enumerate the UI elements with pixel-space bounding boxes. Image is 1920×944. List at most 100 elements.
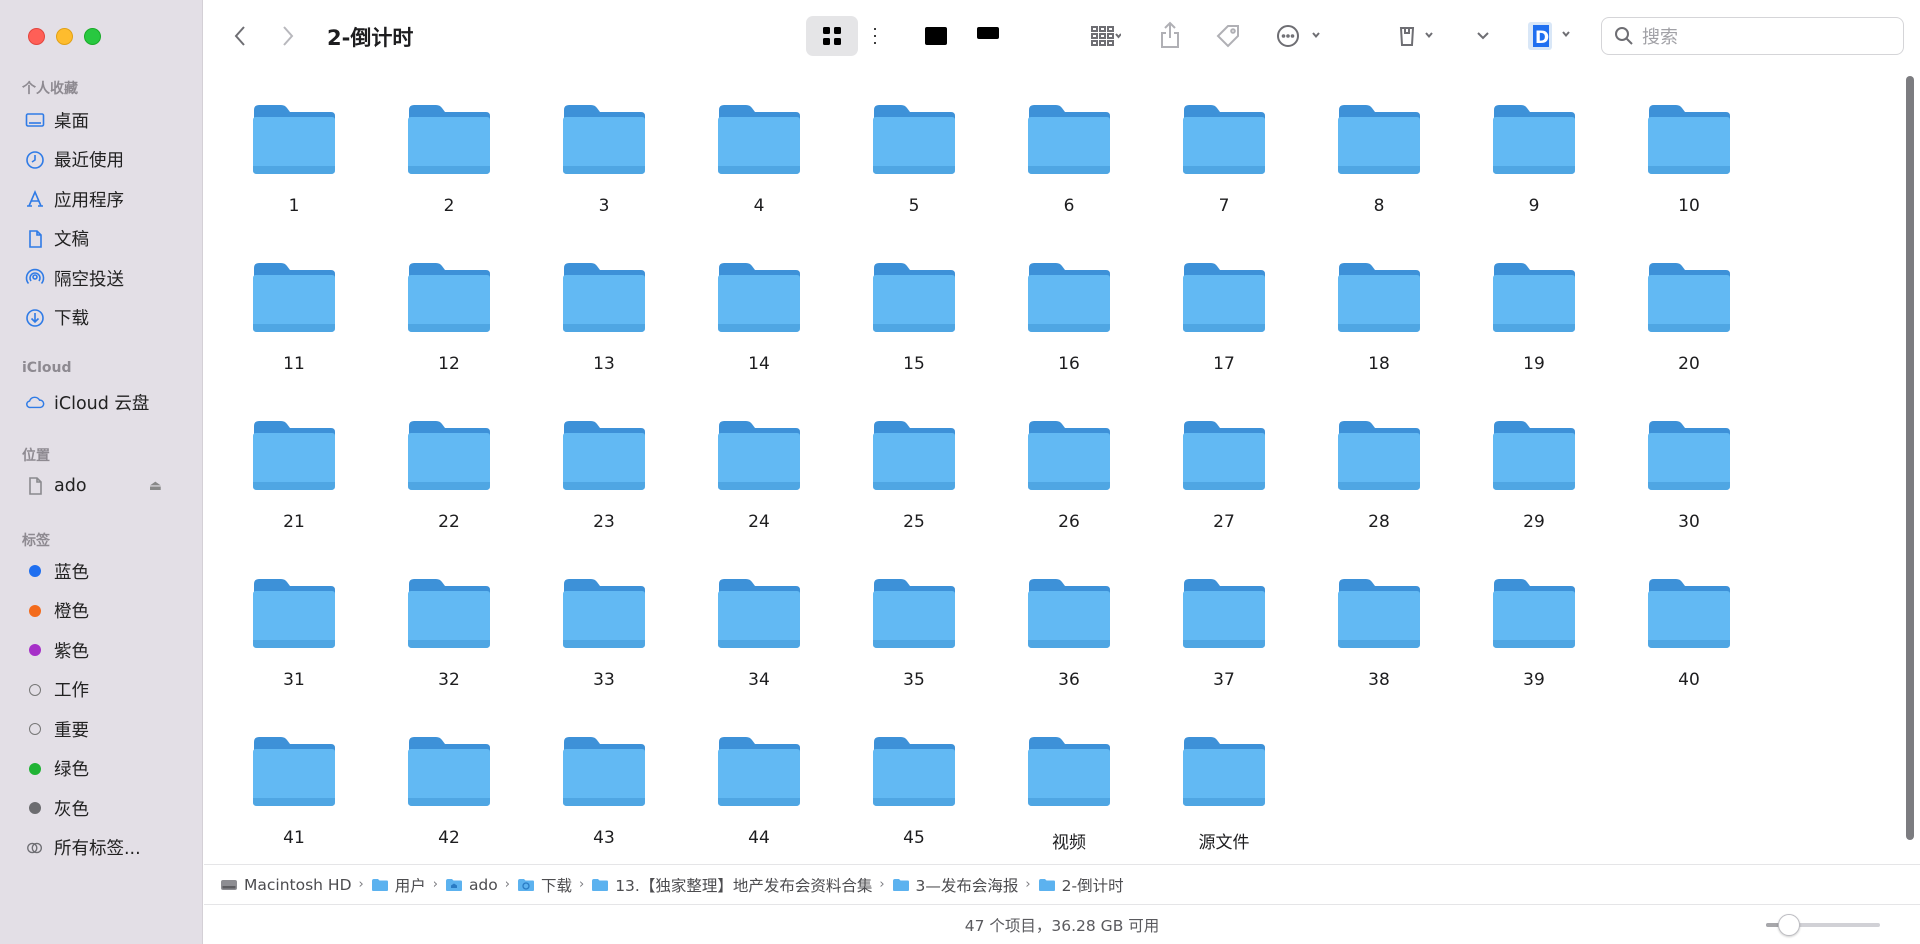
- sidebar-tag-3[interactable]: 紫色: [22, 635, 192, 665]
- folder-item[interactable]: 12: [379, 230, 519, 380]
- sidebar-item-label: 工作: [54, 681, 89, 701]
- eject-icon[interactable]: ⏏: [149, 478, 162, 494]
- folder-item[interactable]: 35: [844, 546, 984, 696]
- folder-item[interactable]: 38: [1309, 546, 1449, 696]
- fullscreen-window-button[interactable]: [84, 28, 101, 45]
- group-by-button[interactable]: [1080, 20, 1132, 52]
- search-field[interactable]: 搜索: [1601, 17, 1904, 55]
- folder-item[interactable]: 23: [534, 388, 674, 538]
- folder-item[interactable]: 4: [689, 72, 829, 222]
- folder-item[interactable]: 3: [534, 72, 674, 222]
- breadcrumb-item[interactable]: 2-倒计时: [1038, 874, 1124, 896]
- folder-item[interactable]: 8: [1309, 72, 1449, 222]
- sidebar-item-1[interactable]: 桌面: [22, 105, 192, 135]
- minimize-window-button[interactable]: [56, 28, 73, 45]
- close-window-button[interactable]: [28, 28, 45, 45]
- gallery-view-button[interactable]: [962, 16, 1014, 56]
- app-extension-button[interactable]: D: [1524, 18, 1580, 54]
- folder-item[interactable]: 27: [1154, 388, 1294, 538]
- folder-item[interactable]: 源文件: [1154, 704, 1294, 854]
- folder-item[interactable]: 5: [844, 72, 984, 222]
- folder-item[interactable]: 44: [689, 704, 829, 854]
- tag-empty-dot-icon: [22, 679, 48, 701]
- sidebar-tag-1[interactable]: 蓝色: [22, 556, 192, 586]
- icon-size-slider[interactable]: [1766, 914, 1880, 936]
- sidebar-item-6[interactable]: 下载: [22, 303, 192, 333]
- sidebar-item-2[interactable]: 最近使用: [22, 145, 192, 175]
- sidebar-item-icloud-drive[interactable]: iCloud 云盘: [22, 387, 192, 417]
- sidebar-item-5[interactable]: 隔空投送: [22, 263, 192, 293]
- folder-item[interactable]: 33: [534, 546, 674, 696]
- column-view-button[interactable]: [910, 16, 962, 56]
- folder-item[interactable]: 18: [1309, 230, 1449, 380]
- folder-label: 7: [1218, 196, 1230, 216]
- folder-item[interactable]: 45: [844, 704, 984, 854]
- folder-item[interactable]: 24: [689, 388, 829, 538]
- folder-item[interactable]: 20: [1619, 230, 1759, 380]
- sidebar-tag-6[interactable]: 绿色: [22, 754, 192, 784]
- sidebar-tag-8[interactable]: 所有标签...: [22, 833, 192, 863]
- folder-item[interactable]: 43: [534, 704, 674, 854]
- sidebar-tag-5[interactable]: 重要: [22, 714, 192, 744]
- sidebar-item-location[interactable]: ado ⏏: [22, 471, 192, 501]
- folder-item[interactable]: 1: [224, 72, 364, 222]
- folder-item[interactable]: 26: [999, 388, 1139, 538]
- more-actions-button[interactable]: [1274, 20, 1330, 52]
- folder-item[interactable]: 13: [534, 230, 674, 380]
- folder-item[interactable]: 2: [379, 72, 519, 222]
- folder-item[interactable]: 29: [1464, 388, 1604, 538]
- folder-item[interactable]: 14: [689, 230, 829, 380]
- tags-button[interactable]: [1212, 20, 1244, 52]
- breadcrumb-item[interactable]: 3—发布会海报: [892, 874, 1019, 896]
- folder-icon: [1336, 260, 1422, 334]
- sidebar-tag-4[interactable]: 工作: [22, 675, 192, 705]
- breadcrumb-item[interactable]: 用户: [371, 874, 426, 896]
- folder-item[interactable]: 30: [1619, 388, 1759, 538]
- breadcrumb-item[interactable]: ado: [445, 876, 498, 894]
- folder-item[interactable]: 41: [224, 704, 364, 854]
- sidebar-tag-2[interactable]: 橙色: [22, 596, 192, 626]
- folder-item[interactable]: 22: [379, 388, 519, 538]
- folder-item[interactable]: 10: [1619, 72, 1759, 222]
- icon-view-button[interactable]: [806, 16, 858, 56]
- breadcrumb-item[interactable]: 下载: [517, 874, 572, 896]
- breadcrumb-label: 3—发布会海报: [915, 876, 1019, 895]
- folder-item[interactable]: 34: [689, 546, 829, 696]
- folder-item[interactable]: 6: [999, 72, 1139, 222]
- folder-label: 2: [443, 196, 455, 216]
- folder-item[interactable]: 7: [1154, 72, 1294, 222]
- breadcrumb-item[interactable]: 13.【独家整理】地产发布会资料合集: [591, 874, 872, 896]
- forward-button[interactable]: [274, 22, 302, 50]
- folder-item[interactable]: 11: [224, 230, 364, 380]
- share-button[interactable]: [1156, 18, 1184, 52]
- folder-item[interactable]: 37: [1154, 546, 1294, 696]
- folder-icon: [251, 260, 337, 334]
- folder-item[interactable]: 36: [999, 546, 1139, 696]
- folder-item[interactable]: 28: [1309, 388, 1449, 538]
- folder-item[interactable]: 17: [1154, 230, 1294, 380]
- back-button[interactable]: [226, 22, 254, 50]
- sidebar-item-4[interactable]: 文稿: [22, 224, 192, 254]
- folder-item[interactable]: 9: [1464, 72, 1604, 222]
- folder-item[interactable]: 40: [1619, 546, 1759, 696]
- folder-item[interactable]: 视频: [999, 704, 1139, 854]
- sidebar-item-3[interactable]: 应用程序: [22, 184, 192, 214]
- folder-item[interactable]: 42: [379, 704, 519, 854]
- dropdown-button[interactable]: [1472, 20, 1494, 52]
- sidebar-tag-7[interactable]: 灰色: [22, 793, 192, 823]
- folder-icon: [1026, 734, 1112, 808]
- archive-button[interactable]: [1394, 20, 1444, 52]
- folder-item[interactable]: 16: [999, 230, 1139, 380]
- folder-icon: [716, 734, 802, 808]
- folder-item[interactable]: 19: [1464, 230, 1604, 380]
- folder-item[interactable]: 21: [224, 388, 364, 538]
- folder-item[interactable]: 39: [1464, 546, 1604, 696]
- folder-item[interactable]: 15: [844, 230, 984, 380]
- list-view-button[interactable]: [858, 16, 910, 56]
- slider-knob[interactable]: [1777, 914, 1800, 936]
- folder-item[interactable]: 32: [379, 546, 519, 696]
- folder-item[interactable]: 31: [224, 546, 364, 696]
- vertical-scrollbar[interactable]: [1906, 76, 1914, 840]
- breadcrumb-item[interactable]: Macintosh HD: [220, 876, 352, 894]
- folder-item[interactable]: 25: [844, 388, 984, 538]
